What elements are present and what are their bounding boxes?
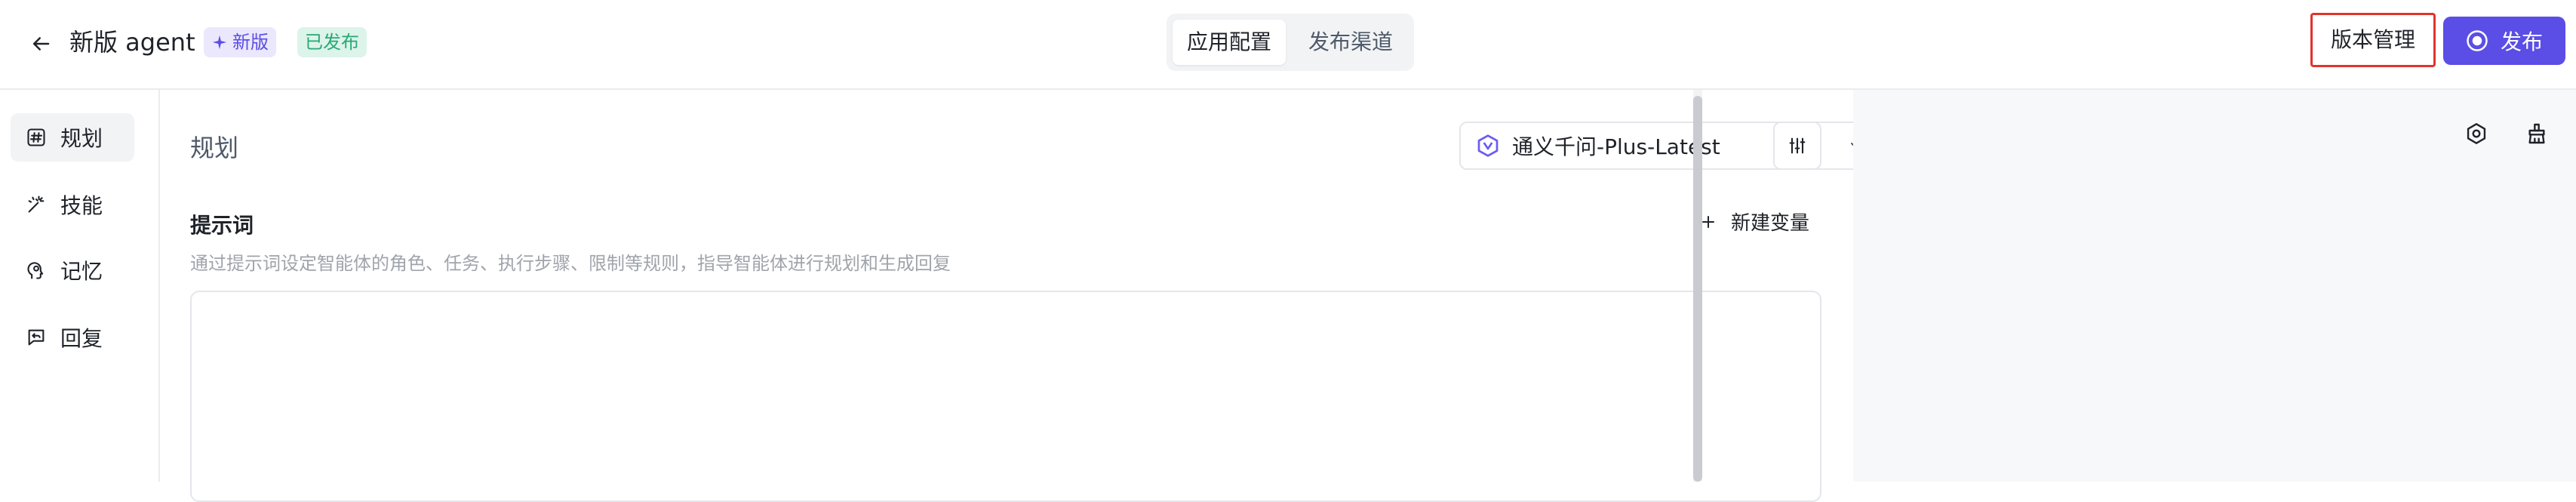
new-badge-label: 新版 xyxy=(232,32,269,53)
brain-head-icon xyxy=(24,258,48,282)
qwen-logo-icon xyxy=(1476,132,1503,159)
prompt-input[interactable] xyxy=(190,291,1821,502)
reply-chat-icon xyxy=(24,325,48,350)
planning-panel: 规划 通义千问-Plus-Latest 提示词 新建变量 通过提示词设定智能体的… xyxy=(160,90,1927,502)
back-arrow-icon[interactable] xyxy=(23,26,59,62)
nav-item-planning[interactable]: 规划 xyxy=(11,113,134,162)
config-tabs: 应用配置 发布渠道 xyxy=(1167,14,1414,71)
publish-button-label: 发布 xyxy=(2500,29,2543,54)
app-title: 新版 agent xyxy=(69,28,195,57)
new-version-badge: 新版 xyxy=(204,27,276,57)
section-title: 规划 xyxy=(190,134,239,162)
version-management-button[interactable]: 版本管理 xyxy=(2310,13,2436,67)
prompt-title: 提示词 xyxy=(190,213,254,238)
vertical-scrollbar[interactable] xyxy=(1693,90,1702,482)
record-icon xyxy=(2467,30,2488,51)
published-badge: 已发布 xyxy=(297,27,367,57)
tab-publish-channels[interactable]: 发布渠道 xyxy=(1293,20,1408,65)
nav-item-label: 规划 xyxy=(60,126,103,151)
clear-history-icon[interactable] xyxy=(2519,115,2555,152)
gear-icon[interactable] xyxy=(2458,115,2495,152)
nav-item-reply[interactable]: 回复 xyxy=(11,313,134,362)
prompt-description: 通过提示词设定智能体的角色、任务、执行步骤、限制等规则，指导智能体进行规划和生成… xyxy=(190,253,951,274)
nav-item-memory[interactable]: 记忆 xyxy=(11,246,134,294)
sliders-icon xyxy=(1789,137,1806,154)
nav-item-label: 记忆 xyxy=(60,259,103,284)
add-variable-button[interactable]: 新建变量 xyxy=(1699,208,1809,236)
left-nav: 规划 技能 记忆 回复 xyxy=(0,90,160,482)
tab-app-config[interactable]: 应用配置 xyxy=(1173,20,1286,65)
model-settings-button[interactable] xyxy=(1773,122,1821,170)
magic-wand-icon xyxy=(24,192,48,217)
nav-item-label: 技能 xyxy=(60,193,103,218)
hash-icon xyxy=(24,125,48,149)
add-variable-label: 新建变量 xyxy=(1731,212,1810,235)
scrollbar-thumb[interactable] xyxy=(1693,96,1702,482)
sparkle-icon xyxy=(212,35,227,50)
publish-button[interactable]: 发布 xyxy=(2443,17,2565,65)
preview-panel xyxy=(1853,90,2576,482)
top-header: 新版 agent 新版 已发布 应用配置 发布渠道 版本管理 发布 xyxy=(0,0,2576,90)
nav-item-skills[interactable]: 技能 xyxy=(11,180,134,229)
nav-item-label: 回复 xyxy=(60,326,103,351)
